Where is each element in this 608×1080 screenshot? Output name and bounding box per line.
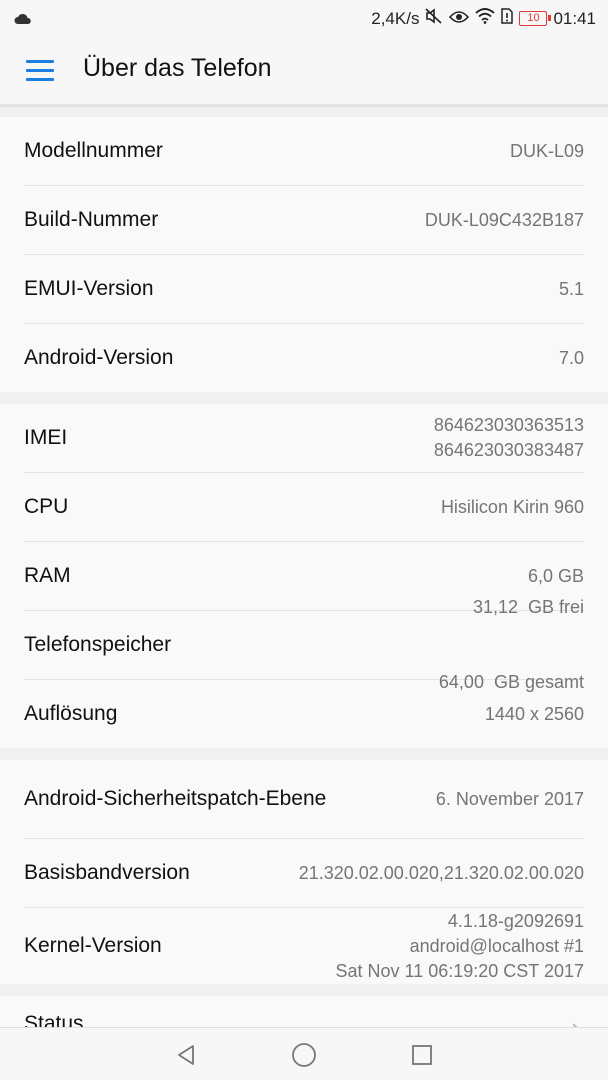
row-label: Android-Sicherheitspatch-Ebene bbox=[24, 787, 327, 810]
status-bar: 2,4K/s 10 01:41 bbox=[0, 0, 608, 36]
row-label: CPU bbox=[24, 495, 69, 518]
wifi-icon bbox=[475, 8, 496, 29]
row-value: 5.1 bbox=[558, 278, 584, 299]
kernel-line-2: android@localhost #1 bbox=[409, 935, 584, 956]
mute-icon bbox=[425, 8, 443, 29]
settings-list: Modellnummer DUK-L09 Build-Nummer DUK-L0… bbox=[0, 117, 608, 1068]
row-label: Kernel-Version bbox=[24, 934, 162, 957]
app-bar: Über das Telefon bbox=[0, 36, 608, 107]
clock: 01:41 bbox=[553, 8, 596, 28]
kernel-line-3: Sat Nov 11 06:19:20 CST 2017 bbox=[335, 960, 584, 981]
row-value: 21.320.02.00.020,21.320.02.00.020 bbox=[298, 862, 584, 883]
list-item-security-patch[interactable]: Android-Sicherheitspatch-Ebene 6. Novemb… bbox=[24, 760, 584, 839]
row-label: Basisbandversion bbox=[24, 861, 190, 884]
recents-icon[interactable] bbox=[405, 1038, 439, 1072]
sim-alert-icon bbox=[501, 8, 514, 29]
list-item-cpu[interactable]: CPU Hisilicon Kirin 960 bbox=[24, 473, 584, 542]
row-value: 4.1.18-g2092691 android@localhost #1 Sat… bbox=[335, 909, 584, 984]
imei-1: 864623030363513 bbox=[433, 415, 584, 435]
list-item-build-number[interactable]: Build-Nummer DUK-L09C432B187 bbox=[24, 186, 584, 255]
cloud-icon bbox=[14, 10, 32, 30]
kernel-line-1: 4.1.18-g2092691 bbox=[447, 910, 584, 931]
storage-free: 31,12 GB frei bbox=[472, 597, 584, 617]
row-label: Telefonspeicher bbox=[24, 633, 172, 656]
row-value: DUK-L09C432B187 bbox=[424, 209, 584, 230]
row-label: EMUI-Version bbox=[24, 277, 154, 300]
list-item-model-number[interactable]: Modellnummer DUK-L09 bbox=[24, 117, 584, 186]
page-title: Über das Telefon bbox=[83, 54, 272, 82]
row-label: IMEI bbox=[24, 426, 68, 449]
home-icon[interactable] bbox=[287, 1038, 321, 1072]
navigation-bar bbox=[0, 1027, 608, 1080]
row-value: Hisilicon Kirin 960 bbox=[440, 496, 584, 517]
list-item-storage[interactable]: Telefonspeicher 31,12 GB frei 64,00 GB g… bbox=[24, 597, 584, 692]
list-item-kernel-version[interactable]: Kernel-Version 4.1.18-g2092691 android@l… bbox=[24, 908, 584, 984]
row-label: Android-Version bbox=[24, 346, 174, 369]
row-value: 6. November 2017 bbox=[435, 788, 584, 809]
list-item-baseband[interactable]: Basisbandversion 21.320.02.00.020,21.320… bbox=[24, 839, 584, 908]
eye-icon bbox=[449, 9, 470, 29]
menu-icon[interactable] bbox=[26, 58, 56, 82]
hardware-info-group: IMEI 864623030363513 864623030383487 CPU… bbox=[0, 404, 608, 748]
row-value: 1440 x 2560 bbox=[484, 703, 584, 724]
imei-2: 864623030383487 bbox=[433, 440, 584, 460]
back-icon[interactable] bbox=[169, 1038, 203, 1072]
battery-level: 10 bbox=[527, 12, 540, 24]
device-info-group: Modellnummer DUK-L09 Build-Nummer DUK-L0… bbox=[0, 117, 608, 392]
network-speed: 2,4K/s bbox=[371, 8, 420, 28]
list-item-android-version[interactable]: Android-Version 7.0 bbox=[24, 324, 584, 392]
row-label: Auflösung bbox=[24, 702, 118, 725]
list-item-imei[interactable]: IMEI 864623030363513 864623030383487 bbox=[24, 404, 584, 473]
row-value: DUK-L09 bbox=[509, 140, 584, 161]
row-label: Modellnummer bbox=[24, 139, 163, 162]
row-value: 7.0 bbox=[558, 347, 584, 368]
battery-icon: 10 bbox=[519, 11, 552, 26]
row-value: 864623030363513 864623030383487 bbox=[434, 413, 584, 463]
list-item-emui-version[interactable]: EMUI-Version 5.1 bbox=[24, 255, 584, 324]
list-item-resolution[interactable]: Auflösung 1440 x 2560 bbox=[24, 680, 584, 748]
software-info-group: Android-Sicherheitspatch-Ebene 6. Novemb… bbox=[0, 760, 608, 984]
row-label: RAM bbox=[24, 564, 71, 587]
row-label: Build-Nummer bbox=[24, 208, 159, 231]
